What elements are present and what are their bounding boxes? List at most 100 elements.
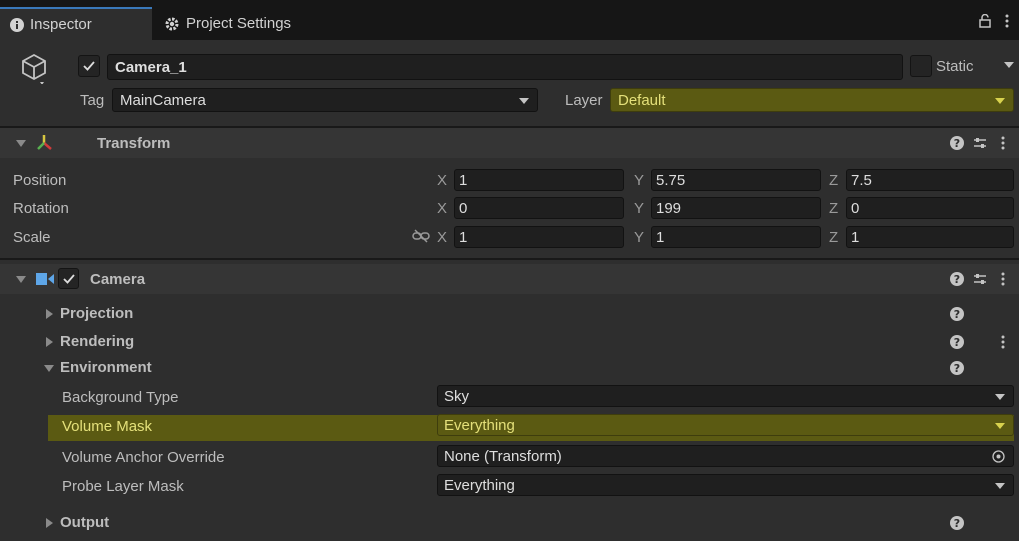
camera-enabled-checkbox[interactable] [58, 268, 79, 289]
axis-x-label[interactable]: X [437, 229, 447, 246]
section-environment-label: Environment [60, 359, 152, 376]
tab-inspector[interactable]: Inspector [0, 7, 152, 40]
help-icon[interactable]: ? [950, 272, 964, 286]
foldout-expanded-icon[interactable] [44, 365, 54, 372]
scale-x-value: 1 [459, 228, 468, 246]
position-z-value: 7.5 [851, 171, 872, 189]
position-label: Position [13, 172, 67, 189]
rotation-y-field[interactable]: 199 [651, 197, 821, 219]
divider [0, 258, 1019, 260]
presets-icon[interactable] [973, 272, 987, 286]
rotation-y-value: 199 [656, 199, 682, 217]
static-checkbox[interactable] [910, 55, 932, 77]
static-label: Static [936, 58, 974, 75]
help-icon[interactable]: ? [950, 335, 964, 349]
tab-project-settings[interactable]: Project Settings [158, 7, 291, 40]
transform-header[interactable]: Transform ? [0, 128, 1019, 158]
axis-x-label[interactable]: X [437, 172, 447, 189]
camera-title: Camera [90, 271, 146, 288]
cube-icon [20, 52, 48, 84]
camera-header[interactable]: Camera ? [0, 264, 1019, 294]
section-environment[interactable]: Environment ? [0, 356, 1019, 380]
gameobject-name-value: Camera_1 [115, 58, 187, 76]
layer-dropdown[interactable]: Default [610, 88, 1014, 112]
tab-project-settings-label: Project Settings [186, 15, 292, 32]
scale-y-value: 1 [656, 228, 665, 246]
rotation-label: Rotation [13, 200, 69, 217]
section-rendering-label: Rendering [60, 333, 135, 350]
section-projection[interactable]: Projection ? [0, 302, 1019, 326]
component-menu-icon[interactable] [1001, 272, 1005, 286]
foldout-collapsed-icon[interactable] [46, 309, 53, 319]
help-icon[interactable]: ? [950, 361, 964, 375]
section-menu-icon[interactable] [1001, 335, 1005, 349]
foldout-expanded-icon[interactable] [16, 140, 26, 147]
position-x-value: 1 [459, 171, 468, 189]
position-y-field[interactable]: 5.75 [651, 169, 821, 191]
scale-z-field[interactable]: 1 [846, 226, 1014, 248]
rotation-x-value: 0 [459, 199, 468, 217]
chevron-down-icon [995, 423, 1005, 429]
scale-y-field[interactable]: 1 [651, 226, 821, 248]
rotation-z-value: 0 [851, 199, 860, 217]
tab-menu-icon[interactable] [1005, 14, 1009, 28]
position-z-field[interactable]: 7.5 [846, 169, 1014, 191]
scale-x-field[interactable]: 1 [454, 226, 624, 248]
volume-mask-value: Everything [444, 416, 515, 434]
lock-icon[interactable] [979, 14, 991, 28]
help-icon[interactable]: ? [950, 136, 964, 150]
transform-title: Transform [97, 135, 171, 152]
transform-icon [36, 134, 54, 152]
chevron-down-icon [995, 394, 1005, 400]
axis-x-label[interactable]: X [437, 200, 447, 217]
section-output[interactable]: Output ? [0, 510, 1019, 536]
layer-label: Layer [565, 92, 603, 109]
gameobject-name-input[interactable]: Camera_1 [107, 54, 903, 80]
layer-value: Default [618, 91, 666, 109]
rotation-x-field[interactable]: 0 [454, 197, 624, 219]
camera-icon [36, 273, 54, 285]
axis-z-label[interactable]: Z [829, 229, 838, 246]
chevron-down-icon [519, 98, 529, 104]
tag-value: MainCamera [120, 91, 206, 109]
info-icon [10, 17, 24, 32]
background-type-dropdown[interactable]: Sky [437, 385, 1014, 407]
component-menu-icon[interactable] [1001, 136, 1005, 150]
rotation-z-field[interactable]: 0 [846, 197, 1014, 219]
position-x-field[interactable]: 1 [454, 169, 624, 191]
foldout-expanded-icon[interactable] [16, 276, 26, 283]
object-picker-icon[interactable] [992, 450, 1005, 463]
static-dropdown-icon[interactable] [1004, 62, 1014, 68]
tab-inspector-label: Inspector [30, 16, 92, 33]
probe-layer-dropdown[interactable]: Everything [437, 474, 1014, 496]
volume-anchor-label: Volume Anchor Override [62, 449, 225, 466]
help-icon[interactable]: ? [950, 516, 964, 530]
scale-label: Scale [13, 229, 51, 246]
foldout-collapsed-icon[interactable] [46, 518, 53, 528]
axis-y-label[interactable]: Y [634, 229, 644, 246]
volume-mask-label: Volume Mask [62, 418, 153, 435]
volume-mask-dropdown[interactable]: Everything [437, 414, 1014, 436]
probe-layer-value: Everything [444, 476, 515, 494]
axis-y-label[interactable]: Y [634, 200, 644, 217]
section-projection-label: Projection [60, 305, 134, 322]
active-checkbox[interactable] [78, 55, 100, 77]
probe-layer-label: Probe Layer Mask [62, 478, 184, 495]
help-icon[interactable]: ? [950, 307, 964, 321]
scale-z-value: 1 [851, 228, 860, 246]
background-type-value: Sky [444, 387, 470, 405]
presets-icon[interactable] [973, 136, 987, 150]
tag-label: Tag [80, 92, 105, 109]
gameobject-header: Camera_1 Static Tag MainCamera Layer Def… [0, 40, 1019, 126]
tab-bar: Inspector Project Settings [0, 0, 1019, 40]
axis-y-label[interactable]: Y [634, 172, 644, 189]
axis-z-label[interactable]: Z [829, 200, 838, 217]
position-y-value: 5.75 [656, 171, 686, 189]
tag-dropdown[interactable]: MainCamera [112, 88, 538, 112]
volume-anchor-field[interactable]: None (Transform) [437, 445, 1014, 467]
chevron-down-icon [995, 98, 1005, 104]
section-rendering[interactable]: Rendering ? [0, 330, 1019, 354]
link-icon[interactable] [412, 229, 430, 243]
foldout-collapsed-icon[interactable] [46, 337, 53, 347]
axis-z-label[interactable]: Z [829, 172, 838, 189]
